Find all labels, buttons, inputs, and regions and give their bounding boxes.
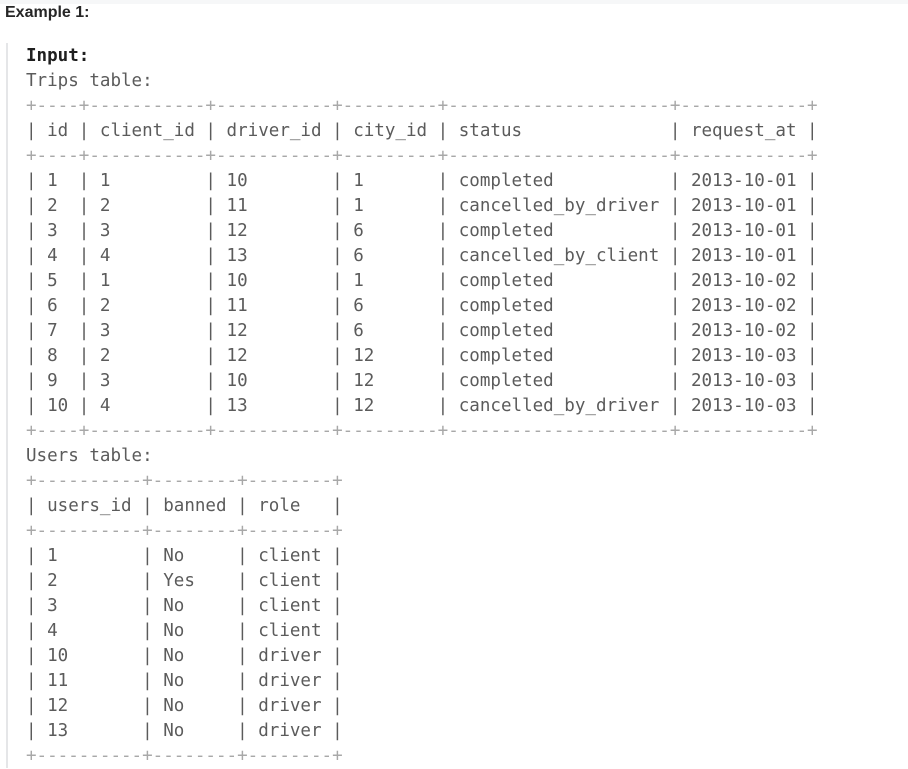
trips-table-row: | 4 | 4 | 13 | 6 | cancelled_by_client |… bbox=[26, 246, 818, 266]
code-content: Input: Trips table: +----+-----------+--… bbox=[26, 44, 818, 769]
trips-table-row: | 10 | 4 | 13 | 12 | cancelled_by_driver… bbox=[26, 396, 818, 416]
users-table-title: Users table: bbox=[26, 446, 153, 466]
users-table-row: | 3 | No | client | bbox=[26, 596, 343, 616]
trips-table-row: | 7 | 3 | 12 | 6 | completed | 2013-10-0… bbox=[26, 321, 818, 341]
trips-table-row: | 9 | 3 | 10 | 12 | completed | 2013-10-… bbox=[26, 371, 818, 391]
trips-table-header: | id | client_id | driver_id | city_id |… bbox=[26, 121, 818, 141]
users-table-border-top: +----------+--------+--------+ bbox=[26, 471, 343, 491]
users-table-row: | 2 | Yes | client | bbox=[26, 571, 343, 591]
input-label: Input: bbox=[26, 46, 90, 66]
trips-table-title: Trips table: bbox=[26, 71, 153, 91]
trips-table-row: | 6 | 2 | 11 | 6 | completed | 2013-10-0… bbox=[26, 296, 818, 316]
users-table-row: | 12 | No | driver | bbox=[26, 696, 343, 716]
top-divider bbox=[0, 0, 908, 4]
trips-table-border-top: +----+-----------+-----------+---------+… bbox=[26, 96, 818, 116]
code-block: Input: Trips table: +----+-----------+--… bbox=[6, 43, 908, 768]
trips-table-row: | 5 | 1 | 10 | 1 | completed | 2013-10-0… bbox=[26, 271, 818, 291]
trips-table-row: | 8 | 2 | 12 | 12 | completed | 2013-10-… bbox=[26, 346, 818, 366]
users-table-row: | 1 | No | client | bbox=[26, 546, 343, 566]
trips-table-row: | 2 | 2 | 11 | 1 | cancelled_by_driver |… bbox=[26, 196, 818, 216]
trips-table-row: | 3 | 3 | 12 | 6 | completed | 2013-10-0… bbox=[26, 221, 818, 241]
users-table-header: | users_id | banned | role | bbox=[26, 496, 343, 516]
users-table-row: | 13 | No | driver | bbox=[26, 721, 343, 741]
example-heading: Example 1: bbox=[5, 4, 90, 21]
trips-table-border-bottom: +----+-----------+-----------+---------+… bbox=[26, 421, 818, 441]
trips-table-border-header: +----+-----------+-----------+---------+… bbox=[26, 146, 818, 166]
users-table-row: | 10 | No | driver | bbox=[26, 646, 343, 666]
users-table-border-header: +----------+--------+--------+ bbox=[26, 521, 343, 541]
users-table-border-bottom: +----------+--------+--------+ bbox=[26, 746, 343, 766]
users-table-row: | 11 | No | driver | bbox=[26, 671, 343, 691]
trips-table-row: | 1 | 1 | 10 | 1 | completed | 2013-10-0… bbox=[26, 171, 818, 191]
users-table-row: | 4 | No | client | bbox=[26, 621, 343, 641]
